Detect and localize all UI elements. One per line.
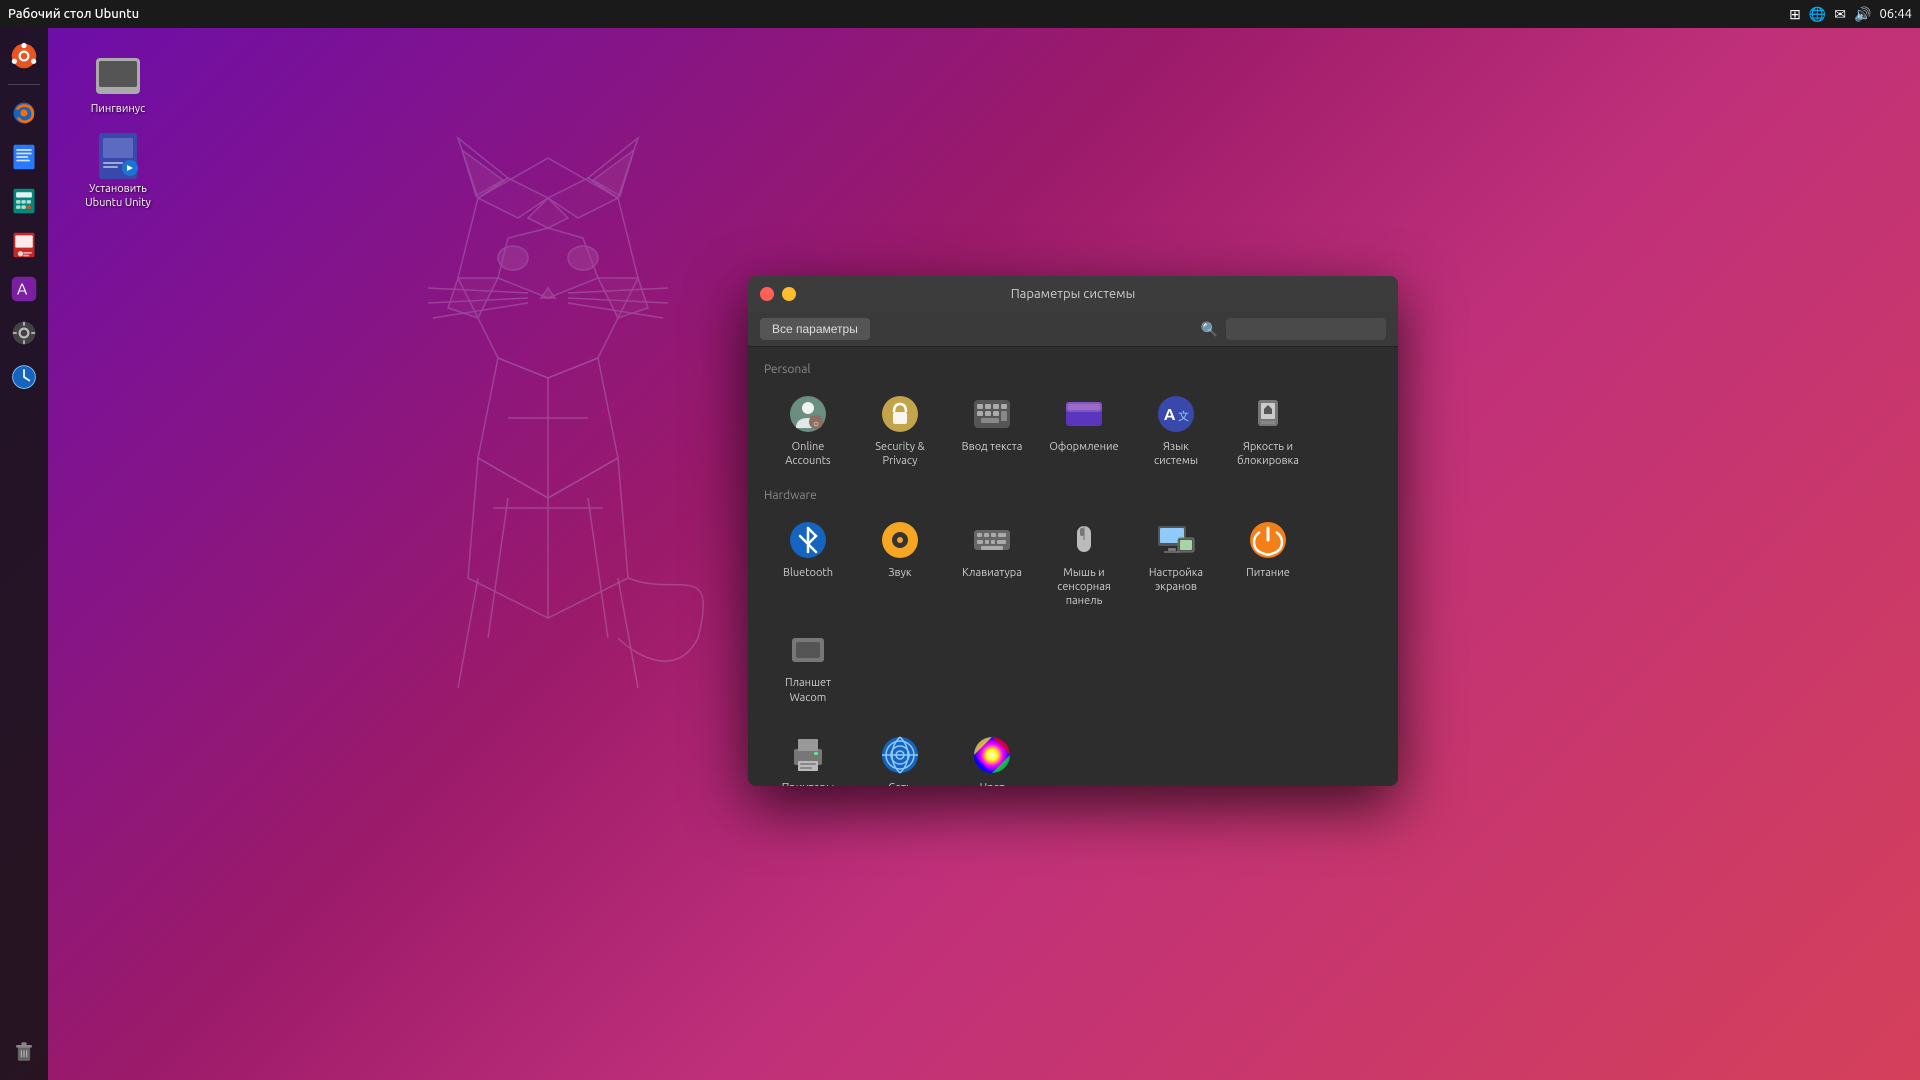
window-minimize-button[interactable]: − [782, 287, 796, 301]
section-label-hardware: Hardware [764, 489, 1382, 502]
section-label-personal: Personal [764, 363, 1382, 376]
mouse-icon [1062, 518, 1106, 562]
dock-item-clock[interactable] [4, 357, 44, 397]
online-accounts-icon: ○ [786, 392, 830, 436]
dock-item-impress[interactable] [4, 225, 44, 265]
color-icon [970, 733, 1014, 777]
dock: A [0, 28, 48, 1080]
tray-mail-icon[interactable]: ✉ [1834, 6, 1846, 23]
mouse-label: Мышь исенсорнаяпанель [1057, 566, 1111, 609]
all-params-button[interactable]: Все параметры [760, 318, 870, 340]
dock-item-firefox[interactable] [4, 93, 44, 133]
svg-text:○: ○ [813, 418, 819, 429]
window-close-button[interactable]: ✕ [760, 287, 774, 301]
settings-item-power[interactable]: Питание [1224, 510, 1312, 617]
tray-volume-icon[interactable]: 🔊 [1854, 6, 1871, 23]
text-input-label: Ввод текста [962, 440, 1023, 454]
svg-text:A: A [1164, 406, 1176, 424]
language-icon: A文 [1154, 392, 1198, 436]
power-icon [1246, 518, 1290, 562]
settings-item-appearance[interactable]: Оформление [1040, 384, 1128, 477]
appearance-icon [1062, 392, 1106, 436]
svg-text:A: A [17, 279, 28, 297]
keyboard-label: Клавиатура [962, 566, 1022, 580]
settings-item-keyboard[interactable]: Клавиатура [948, 510, 1036, 617]
search-icon: 🔍 [1201, 321, 1218, 338]
bluetooth-icon [786, 518, 830, 562]
dock-separator [8, 84, 40, 85]
color-label: Цвет [980, 781, 1005, 786]
network-label: Сеть [888, 781, 911, 786]
security-icon [878, 392, 922, 436]
desktop-icon-pinguinus-label: Пингвинус [91, 102, 145, 116]
dock-item-ubuntu[interactable] [4, 36, 44, 76]
hardware-grid: Bluetooth Звук Клавиатура [764, 510, 1382, 713]
displays-label: Настройкаэкранов [1149, 566, 1203, 595]
window-title: Параметры системы [1011, 287, 1136, 301]
taskbar-top: Рабочий стол Ubuntu ⊞ 🌐 ✉ 🔊 06:44 [0, 0, 1920, 28]
window-toolbar: Все параметры 🔍 [748, 312, 1398, 347]
sound-icon [878, 518, 922, 562]
settings-item-sound[interactable]: Звук [856, 510, 944, 617]
desktop: Пингвинус Установить Ubuntu Unity [48, 28, 1920, 1080]
settings-item-language[interactable]: A文 Языксистемы [1132, 384, 1220, 477]
dock-item-calc[interactable] [4, 181, 44, 221]
taskbar-right: ⊞ 🌐 ✉ 🔊 06:44 [1789, 6, 1912, 23]
tray-network-icon[interactable]: ⊞ [1789, 6, 1801, 23]
appearance-label: Оформление [1049, 440, 1118, 454]
dock-item-writer[interactable] [4, 137, 44, 177]
brightness-icon [1246, 392, 1290, 436]
window-content: Personal ○ OnlineAccounts Security &Priv… [748, 347, 1398, 786]
personal-grid: ○ OnlineAccounts Security &Privacy [764, 384, 1382, 477]
language-label: Языксистемы [1154, 440, 1198, 469]
brightness-label: Яркость иблокировка [1237, 440, 1299, 469]
network-icon [878, 733, 922, 777]
settings-item-network[interactable]: Сеть [856, 725, 944, 786]
window-titlebar: ✕ − Параметры системы [748, 276, 1398, 312]
text-input-icon [970, 392, 1014, 436]
printers-icon [786, 733, 830, 777]
settings-item-security[interactable]: Security &Privacy [856, 384, 944, 477]
power-label: Питание [1246, 566, 1290, 580]
taskbar-title: Рабочий стол Ubuntu [8, 7, 139, 21]
search-input[interactable] [1226, 318, 1386, 340]
dock-item-trash[interactable] [4, 1032, 44, 1072]
wacom-icon [786, 628, 830, 672]
settings-item-brightness[interactable]: Яркость иблокировка [1224, 384, 1312, 477]
desktop-icon-install-unity[interactable]: Установить Ubuntu Unity [78, 128, 158, 215]
wacom-label: ПланшетWacom [785, 676, 831, 705]
desktop-icon-pinguinus[interactable]: Пингвинус [78, 48, 158, 120]
settings-item-color[interactable]: Цвет [948, 725, 1036, 786]
settings-item-printers[interactable]: Принтеры [764, 725, 852, 786]
settings-item-bluetooth[interactable]: Bluetooth [764, 510, 852, 617]
dock-item-settings[interactable] [4, 313, 44, 353]
keyboard-icon [970, 518, 1014, 562]
online-accounts-label: OnlineAccounts [785, 440, 830, 469]
settings-item-wacom[interactable]: ПланшетWacom [764, 620, 852, 713]
security-label: Security &Privacy [875, 440, 924, 469]
printers-label: Принтеры [782, 781, 835, 786]
settings-item-mouse[interactable]: Мышь исенсорнаяпанель [1040, 510, 1128, 617]
dock-item-appstore[interactable]: A [4, 269, 44, 309]
settings-window: ✕ − Параметры системы Все параметры 🔍 Pe… [748, 276, 1398, 786]
svg-text:文: 文 [1178, 409, 1189, 423]
settings-item-displays[interactable]: Настройкаэкранов [1132, 510, 1220, 617]
desktop-icon-install-label: Установить Ubuntu Unity [82, 182, 154, 211]
settings-item-text-input[interactable]: Ввод текста [948, 384, 1036, 477]
window-controls: ✕ − [760, 287, 796, 301]
sound-label: Звук [888, 566, 911, 580]
displays-icon [1154, 518, 1198, 562]
tray-globe-icon[interactable]: 🌐 [1809, 6, 1826, 23]
hardware-grid2: Принтеры Сеть [764, 725, 1382, 786]
bluetooth-label: Bluetooth [783, 566, 833, 580]
settings-item-online-accounts[interactable]: ○ OnlineAccounts [764, 384, 852, 477]
tray-clock: 06:44 [1879, 7, 1912, 21]
